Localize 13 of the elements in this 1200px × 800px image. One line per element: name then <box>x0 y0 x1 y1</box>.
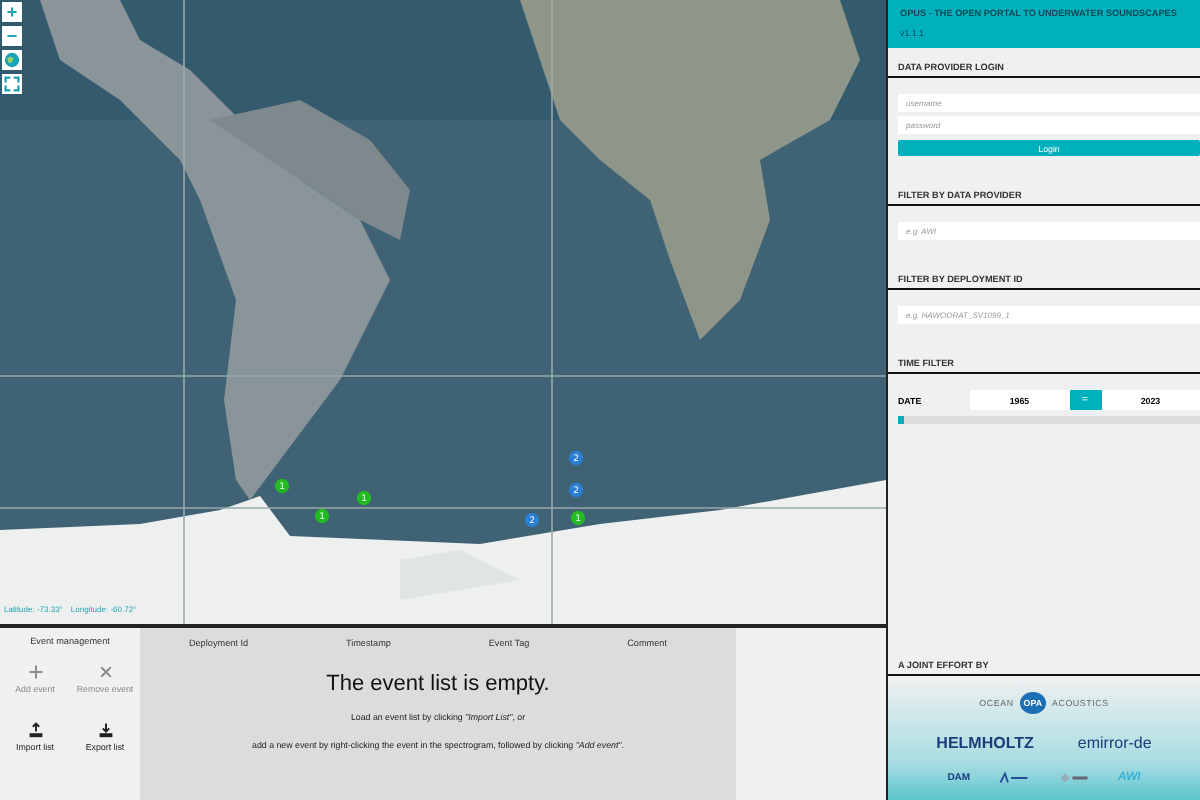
download-icon <box>97 722 113 738</box>
plus-icon <box>27 664 43 680</box>
empty-message: The event list is empty. <box>326 672 550 696</box>
logo-text: emirror-de <box>1077 734 1152 752</box>
logo-icon <box>1058 772 1091 784</box>
logo-icon <box>998 772 1031 784</box>
zoom-button[interactable]: + <box>2 2 22 22</box>
fullscreen-icon[interactable] <box>2 74 22 94</box>
logo-text: HELMHOLTZ <box>936 734 1034 752</box>
zoom-button[interactable]: − <box>2 26 22 46</box>
upload-icon <box>27 722 43 738</box>
globe-icon[interactable] <box>2 50 22 70</box>
close-icon <box>97 664 113 680</box>
